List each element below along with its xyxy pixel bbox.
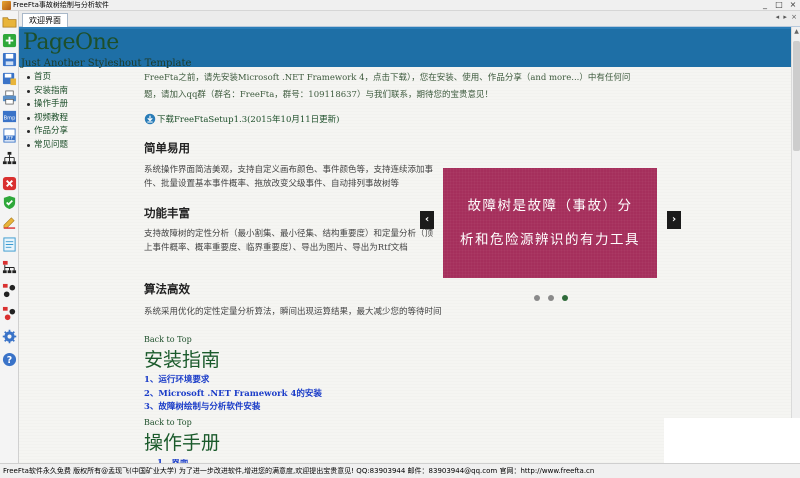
nav-link-faq[interactable]: 常见问题 <box>27 139 68 153</box>
blank-region <box>664 418 800 463</box>
help-icon: ? <box>2 352 17 367</box>
nav-link-video-tutorials[interactable]: 视频教程 <box>27 112 68 126</box>
section-body-easy: 系统操作界面简洁美观，支持自定义画布颜色、事件颜色等，支持连续添加事件、批量设置… <box>144 165 434 189</box>
install-guide-list: 1、运行环境要求 2、Microsoft .NET Framework 4的安装… <box>144 374 322 415</box>
report-button[interactable] <box>2 237 17 252</box>
section-heading-easy: 简单易用 <box>144 141 190 155</box>
svg-text:?: ? <box>7 355 12 366</box>
tree-icon <box>2 151 17 165</box>
help-button[interactable]: ? <box>2 352 17 367</box>
export-rtf-icon: RTF <box>3 128 16 143</box>
slider-caption-line-1: 故障树是故障（事故）分 <box>467 198 633 214</box>
report-icon <box>3 237 16 252</box>
tab-navigation-controls[interactable]: ◂ ▸ × <box>776 13 798 21</box>
open-folder-button[interactable] <box>2 14 17 29</box>
new-button[interactable] <box>2 33 17 48</box>
export-image-icon: Bmp <box>2 110 17 123</box>
print-icon <box>2 90 17 105</box>
intro-text: FreeFta之前，请先安装Microsoft .NET Framework 4… <box>144 73 631 100</box>
fault-tree-p-button[interactable] <box>2 260 17 275</box>
nav-link-home[interactable]: 首页 <box>27 71 68 85</box>
section-body-efficient: 系统采用优化的定性定量分析算法，瞬间出现运算结果，最大减少您的等待时间 <box>144 307 442 317</box>
settings-button[interactable] <box>2 329 17 344</box>
site-subtitle: Just Another Styleshout Template <box>21 58 192 69</box>
settings-icon <box>2 329 17 344</box>
back-to-top-link[interactable]: Back to Top <box>144 335 192 344</box>
install-guide-heading: 安装指南 <box>144 349 221 371</box>
vertical-scrollbar[interactable]: ▲ <box>791 27 800 463</box>
svg-text:RTF: RTF <box>6 136 14 141</box>
save-as-button[interactable] <box>2 71 17 86</box>
new-plus-icon <box>2 33 17 48</box>
site-header: PageOne Just Another Styleshout Template <box>19 27 791 69</box>
slider-next-button[interactable]: › <box>667 211 681 229</box>
fault-tree-r-button[interactable] <box>2 306 17 321</box>
print-button[interactable] <box>2 90 17 105</box>
window-controls: _ □ × <box>758 0 800 11</box>
nav-link-install-guide[interactable]: 安装指南 <box>27 85 68 99</box>
nav-link-manual[interactable]: 操作手册 <box>27 98 68 112</box>
minimize-button[interactable]: _ <box>758 0 772 11</box>
scroll-up-arrow[interactable]: ▲ <box>792 27 800 36</box>
install-guide-item[interactable]: 3、故障树绘制与分析软件安装 <box>144 401 322 415</box>
export-image-button[interactable]: Bmp <box>2 109 17 124</box>
site-title: PageOne <box>23 30 119 55</box>
svg-text:Bmp: Bmp <box>4 115 16 121</box>
slider-dot[interactable] <box>534 295 540 301</box>
section-heading-efficient: 算法高效 <box>144 282 190 296</box>
slider-caption-line-2: 析和危险源辨识的有力工具 <box>460 232 640 248</box>
download-link-text: 下载FreeFtaSetup1.3(2015年10月11日更新) <box>157 115 340 125</box>
fault-tree-q-icon <box>2 283 16 298</box>
download-icon <box>144 113 156 125</box>
scroll-thumb[interactable] <box>793 41 800 151</box>
folder-icon <box>2 17 17 28</box>
section-body-features: 支持故障树的定性分析（最小割集、最小径集、结构重要度）和定量分析（顶上事件概率、… <box>144 229 434 253</box>
close-button[interactable]: × <box>786 0 800 11</box>
install-guide-item[interactable]: 1、运行环境要求 <box>144 374 322 388</box>
slider-dot[interactable] <box>548 295 554 301</box>
slider-dots <box>534 295 568 301</box>
fault-tree-q-button[interactable] <box>2 283 17 298</box>
fault-tree-r-icon <box>2 306 16 321</box>
welcome-page: PageOne Just Another Styleshout Template… <box>19 27 791 463</box>
delete-button[interactable] <box>2 176 17 191</box>
nav-link-work-sharing[interactable]: 作品分享 <box>27 125 68 139</box>
tree-layout-button[interactable] <box>2 151 17 166</box>
edit-button[interactable] <box>2 214 17 229</box>
app-icon <box>2 0 11 10</box>
pencil-icon <box>3 217 16 229</box>
save-button[interactable] <box>2 52 17 67</box>
export-rtf-button[interactable]: RTF <box>2 128 17 143</box>
image-slider: 故障树是故障（事故）分 析和危险源辨识的有力工具 <box>443 168 657 278</box>
slider-dot[interactable] <box>562 295 568 301</box>
window-title: FreeFta事故树绘制与分析软件 <box>13 0 109 9</box>
download-link[interactable]: 下载FreeFtaSetup1.3(2015年10月11日更新) <box>144 113 340 125</box>
save-icon <box>2 52 17 67</box>
left-toolbar: Bmp RTF ? <box>0 11 19 467</box>
fault-tree-p-icon <box>2 260 17 274</box>
manual-heading: 操作手册 <box>144 432 221 454</box>
install-guide-item[interactable]: 2、Microsoft .NET Framework 4的安装 <box>144 388 322 402</box>
save-as-icon <box>2 72 17 86</box>
section-heading-features: 功能丰富 <box>144 206 190 220</box>
check-icon <box>3 195 16 210</box>
tab-welcome[interactable]: 欢迎界面 <box>22 13 68 27</box>
site-nav: 首页 安装指南 操作手册 视频教程 作品分享 常见问题 <box>27 71 68 152</box>
slider-prev-button[interactable]: ‹ <box>420 211 434 229</box>
check-button[interactable] <box>2 195 17 210</box>
title-bar: FreeFta事故树绘制与分析软件 _ □ × <box>0 0 800 11</box>
delete-icon <box>2 176 17 191</box>
tab-strip: 欢迎界面 ◂ ▸ × <box>19 11 800 27</box>
status-bar: FreeFta软件永久免费 版权所有@孟现飞(中国矿业大学) 为了进一步改进软件… <box>0 463 800 478</box>
maximize-button[interactable]: □ <box>772 0 786 11</box>
back-to-top-link[interactable]: Back to Top <box>144 418 192 427</box>
